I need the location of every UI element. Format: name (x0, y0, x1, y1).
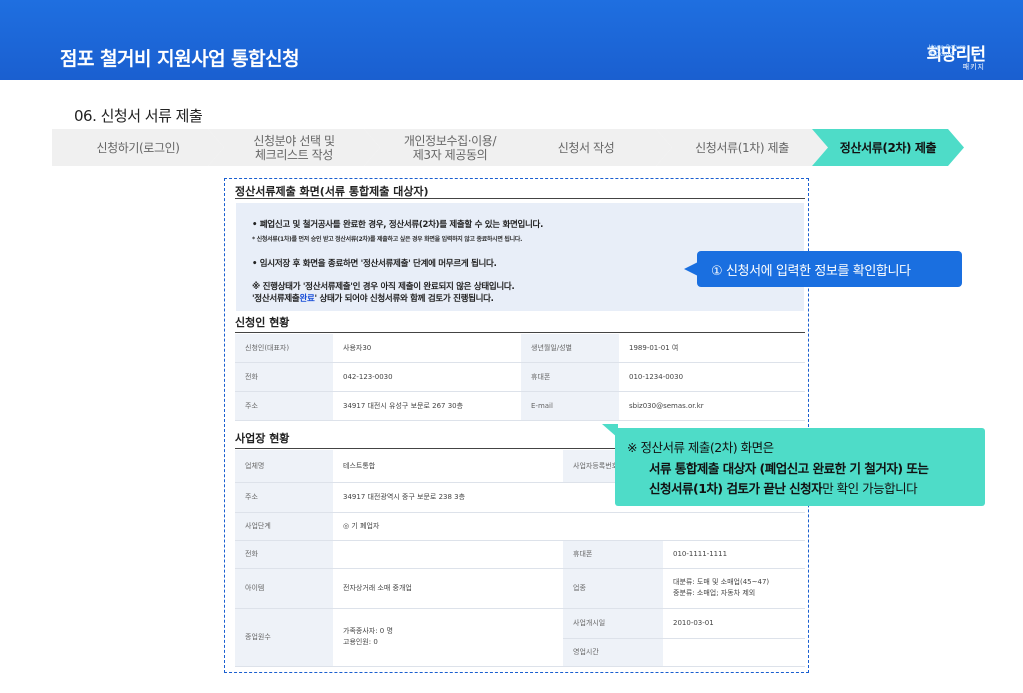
step-second-documents[interactable]: 정산서류(2차) 제출 (812, 129, 964, 166)
notice-callout: ※ 정산서류 제출(2차) 화면은 서류 통합제출 대상자 (폐업신고 완료한 … (615, 428, 985, 506)
table-row: 종업원수 가족종사자: 0 명 고용인원: 0 사업개시일 2010-03-01 (235, 608, 805, 667)
cell-label: 주소 (235, 482, 333, 513)
cell-label: 휴대폰 (563, 540, 663, 569)
cell-value: ◎ 기 폐업자 (333, 512, 805, 541)
callout-line: 신청서류(1차) 검토가 끝난 신청자만 확인 가능합니다 (649, 481, 918, 496)
notice-line: • 폐업신고 및 철거공사를 완료한 경우, 정산서류(2차)를 제출할 수 있… (252, 220, 544, 230)
notice-line: ※ 진행상태가 '정산서류제출'인 경우 아직 제출이 완료되지 않은 상태입니… (252, 282, 515, 292)
info-callout: ① 신청서에 입력한 정보를 확인합니다 (697, 251, 962, 287)
cell-label: 휴대폰 (521, 362, 619, 392)
cell-label: 사업단계 (235, 512, 333, 541)
applicant-section-title: 신청인 현황 (235, 316, 290, 329)
cell-value (663, 638, 805, 667)
cell-label: 생년월일/성별 (521, 334, 619, 363)
cell-value: 010-1234-0030 (619, 362, 805, 392)
callout-line: 서류 통합제출 대상자 (폐업신고 완료한 기 철거자) 또는 (649, 461, 929, 476)
cell-value: 010-1111-1111 (663, 540, 805, 569)
cell-value: 테스트통합 (333, 450, 563, 483)
table-row: 신청인(대표자) 사용자30 생년월일/성별 1989-01-01 여 (235, 334, 805, 363)
cell-label: 업체명 (235, 450, 333, 483)
cell-label: 영업시간 (563, 638, 663, 667)
cell-value: 가족종사자: 0 명 고용인원: 0 (333, 608, 563, 667)
cell-value: sbiz030@semas.or.kr (619, 391, 805, 421)
divider (235, 198, 805, 199)
cell-label: 종업원수 (235, 608, 333, 667)
business-section-title: 사업장 현황 (235, 432, 290, 445)
table-row: 전화 042-123-0030 휴대폰 010-1234-0030 (235, 362, 805, 392)
applicant-table: 신청인(대표자) 사용자30 생년월일/성별 1989-01-01 여 전화 0… (235, 334, 805, 421)
notice-line: '정산서류제출완료' 상태가 되어야 신청서류와 함께 검토가 진행됩니다. (252, 294, 494, 304)
cell-label: 신청인(대표자) (235, 334, 333, 363)
step-first-documents[interactable]: 신청서류(1차) 제출 (656, 129, 828, 166)
cell-label: 전화 (235, 362, 333, 392)
cell-value: 34917 대전시 유성구 보문로 267 30층 (333, 391, 521, 421)
highlight-text: 완료 (299, 294, 315, 304)
cell-value: 1989-01-01 여 (619, 334, 805, 363)
cell-value (333, 540, 563, 569)
notice-line: • 임시저장 후 화면을 종료하면 '정산서류제출' 단계에 머무르게 됩니다. (252, 259, 497, 269)
cell-value: 대분류: 도매 및 소매업(45~47) 중분류: 소매업; 자동차 제외 (663, 568, 805, 609)
cell-value: 2010-03-01 (663, 608, 805, 639)
callout-pointer (684, 262, 698, 276)
header-bar: 점포 철거비 지원사업 통합신청 Hope Return Package 희망리… (0, 0, 1023, 80)
section-title: 06. 신청서 서류 제출 (74, 107, 203, 125)
logo-subtext: 패키지 (962, 63, 985, 71)
cell-label: 사업개시일 (563, 608, 663, 639)
cell-label: 아이템 (235, 568, 333, 609)
progress-steps: 신청하기(로그인) 신청분야 선택 및 체크리스트 작성 개인정보수집·이용/ … (52, 129, 964, 166)
cell-value: 사용자30 (333, 334, 521, 363)
brand-logo: Hope Return Package 희망리턴 패키지 (926, 40, 986, 71)
page-title: 점포 철거비 지원사업 통합신청 (60, 48, 300, 70)
panel-title: 정산서류제출 화면(서류 통합제출 대상자) (235, 185, 429, 198)
divider (235, 332, 805, 333)
cell-label: 주소 (235, 391, 333, 421)
step-select-field[interactable]: 신청분야 선택 및 체크리스트 작성 (208, 129, 380, 166)
notice-note: * 신청서류(1차)를 먼저 승인 받고 정산서류(2차)를 제출하고 싶은 경… (252, 236, 523, 243)
table-row: 주소 34917 대전시 유성구 보문로 267 30층 E-mail sbiz… (235, 391, 805, 421)
cell-value: 전자상거래 소매 중개업 (333, 568, 563, 609)
logo-tagline: Hope Return Package (928, 44, 966, 58)
callout-line: ※ 정산서류 제출(2차) 화면은 (627, 440, 774, 455)
cell-label: 업종 (563, 568, 663, 609)
table-row: 사업단계 ◎ 기 폐업자 (235, 512, 805, 541)
step-login[interactable]: 신청하기(로그인) (52, 129, 224, 166)
table-row: 전화 휴대폰 010-1111-1111 (235, 540, 805, 569)
step-write-application[interactable]: 신청서 작성 (500, 129, 672, 166)
cell-value: 042-123-0030 (333, 362, 521, 392)
table-row: 아이템 전자상거래 소매 중개업 업종 대분류: 도매 및 소매업(45~47)… (235, 568, 805, 609)
cell-label: E-mail (521, 391, 619, 421)
cell-label: 전화 (235, 540, 333, 569)
